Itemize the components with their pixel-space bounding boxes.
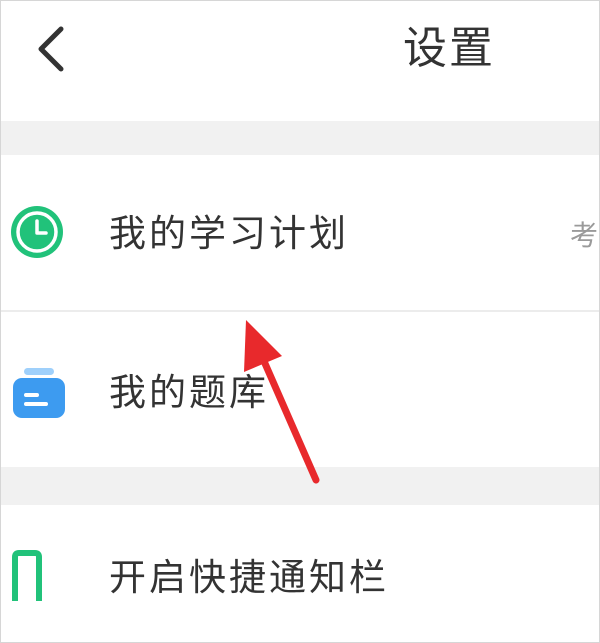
back-button[interactable] [27, 21, 77, 77]
question-bank-icon [13, 368, 65, 418]
top-bar: 设置 [1, 1, 599, 121]
clock-icon [11, 206, 63, 258]
section-gap [1, 467, 599, 505]
settings-item-label: 我的学习计划 [109, 212, 349, 255]
section-gap [1, 121, 599, 155]
settings-item-label: 我的题库 [109, 371, 269, 414]
settings-item-study-plan[interactable]: 我的学习计划 考 [1, 155, 599, 310]
settings-item-label: 开启快捷通知栏 [109, 556, 389, 599]
settings-screen: 设置 我的学习计划 考 我的题库 开启快捷通知栏 [0, 0, 600, 643]
chevron-left-icon [38, 26, 64, 72]
settings-item-question-bank[interactable]: 我的题库 [1, 312, 599, 467]
phone-outline-icon [12, 550, 42, 601]
settings-item-quick-notification[interactable]: 开启快捷通知栏 [1, 505, 599, 642]
page-title: 设置 [403, 23, 495, 74]
settings-item-value: 考 [570, 219, 599, 252]
